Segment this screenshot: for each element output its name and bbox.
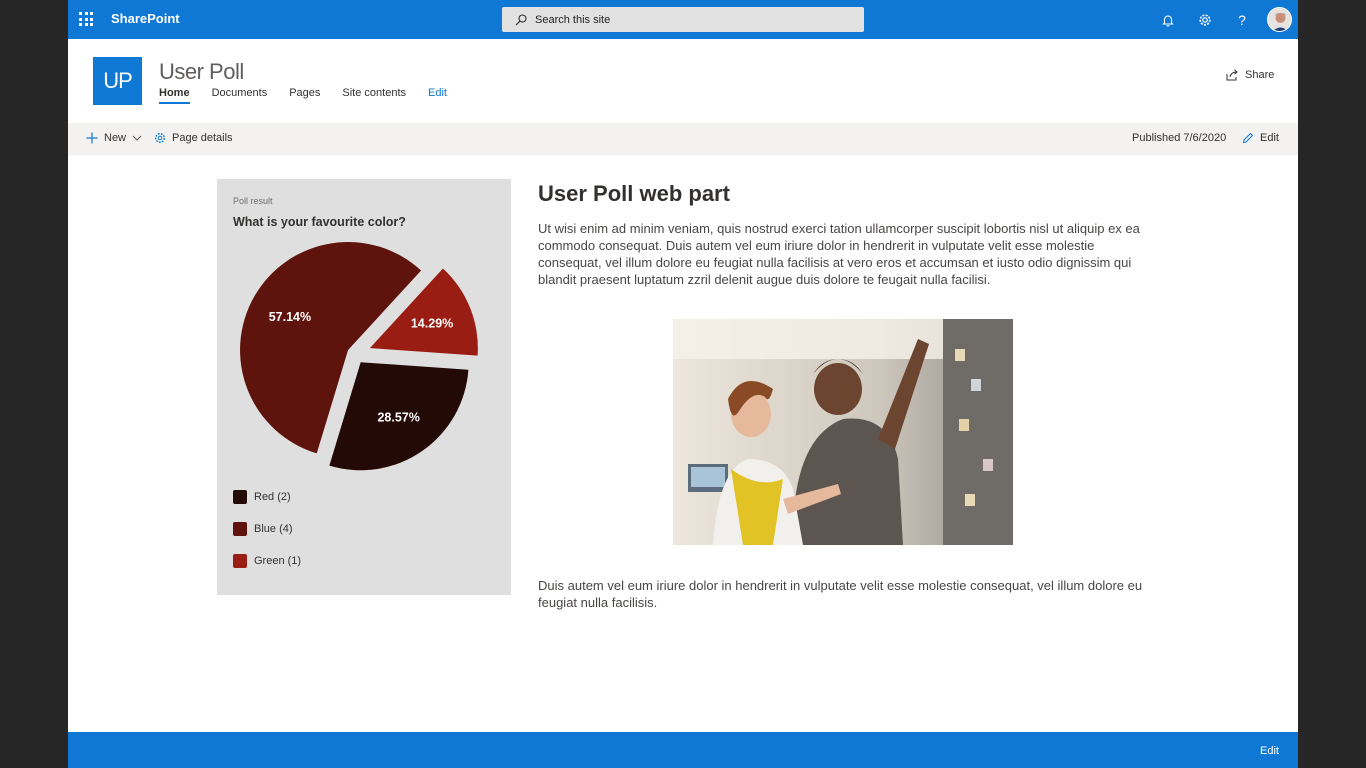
new-label: New	[104, 132, 127, 144]
pie-label-blue: 57.14%	[269, 310, 311, 324]
poll-card: Poll result What is your favourite color…	[217, 179, 511, 595]
share-icon	[1226, 69, 1238, 81]
app-name[interactable]: SharePoint	[111, 11, 180, 26]
pencil-icon	[1242, 132, 1254, 144]
footer-bar: Edit	[68, 732, 1298, 768]
poll-legend: Red (2) Blue (4) Green (1)	[233, 489, 301, 585]
legend-item-green[interactable]: Green (1)	[233, 553, 301, 569]
avatar[interactable]	[1267, 7, 1292, 32]
plus-icon	[86, 132, 98, 144]
sharepoint-window: SharePoint Search this site ? UP User Po…	[68, 0, 1298, 768]
gear-icon	[154, 132, 166, 144]
site-logo[interactable]: UP	[93, 57, 142, 105]
share-button[interactable]: Share	[1226, 69, 1274, 81]
legend-swatch-red	[233, 490, 247, 504]
nav-edit[interactable]: Edit	[428, 87, 447, 104]
article-photo	[673, 319, 1013, 545]
pie-chart: 28.57% 57.14% 14.29%	[240, 242, 478, 471]
command-bar: New Page details Published 7/6/2020 Edit	[68, 123, 1298, 155]
new-button[interactable]: New	[86, 132, 148, 144]
article-title: User Poll web part	[538, 181, 730, 206]
page-details-label: Page details	[172, 132, 233, 144]
gear-icon[interactable]	[1195, 10, 1215, 30]
edit-page-label: Edit	[1260, 132, 1279, 144]
legend-item-blue[interactable]: Blue (4)	[233, 521, 301, 537]
legend-label-green: Green (1)	[254, 555, 302, 567]
published-status: Published 7/6/2020	[1132, 132, 1227, 144]
article-paragraph-2: Duis autem vel eum iriure dolor in hendr…	[538, 578, 1143, 610]
pie-label-red: 28.57%	[377, 410, 419, 424]
legend-swatch-blue	[233, 522, 247, 536]
article-paragraph-1: Ut wisi enim ad minim veniam, quis nostr…	[538, 221, 1140, 287]
legend-label-red: Red (2)	[254, 491, 291, 503]
search-icon	[515, 13, 527, 25]
legend-swatch-green	[233, 554, 247, 568]
bell-icon[interactable]	[1158, 10, 1178, 30]
site-header: UP User Poll Home Documents Pages Site c…	[68, 39, 1298, 123]
search-box[interactable]: Search this site	[502, 7, 864, 32]
nav-pages[interactable]: Pages	[289, 87, 320, 104]
search-placeholder: Search this site	[535, 13, 611, 26]
nav-site-contents[interactable]: Site contents	[342, 87, 406, 104]
nav-home[interactable]: Home	[159, 87, 190, 104]
edit-page-button[interactable]: Edit	[1242, 132, 1279, 144]
legend-item-red[interactable]: Red (2)	[233, 489, 301, 505]
legend-label-blue: Blue (4)	[254, 523, 293, 535]
site-nav: Home Documents Pages Site contents Edit	[159, 87, 469, 104]
share-label: Share	[1245, 69, 1275, 81]
page-details-button[interactable]: Page details	[154, 132, 233, 144]
site-title[interactable]: User Poll	[159, 59, 244, 85]
footer-edit-button[interactable]: Edit	[1260, 745, 1279, 757]
app-launcher-icon[interactable]	[79, 12, 93, 26]
poll-question: What is your favourite color?	[233, 215, 406, 229]
poll-kicker: Poll result	[233, 196, 273, 206]
help-icon[interactable]: ?	[1232, 10, 1252, 30]
nav-documents[interactable]: Documents	[212, 87, 268, 104]
suite-bar: SharePoint Search this site ?	[68, 0, 1298, 39]
pie-label-green: 14.29%	[411, 316, 453, 330]
chevron-down-icon	[132, 135, 142, 141]
